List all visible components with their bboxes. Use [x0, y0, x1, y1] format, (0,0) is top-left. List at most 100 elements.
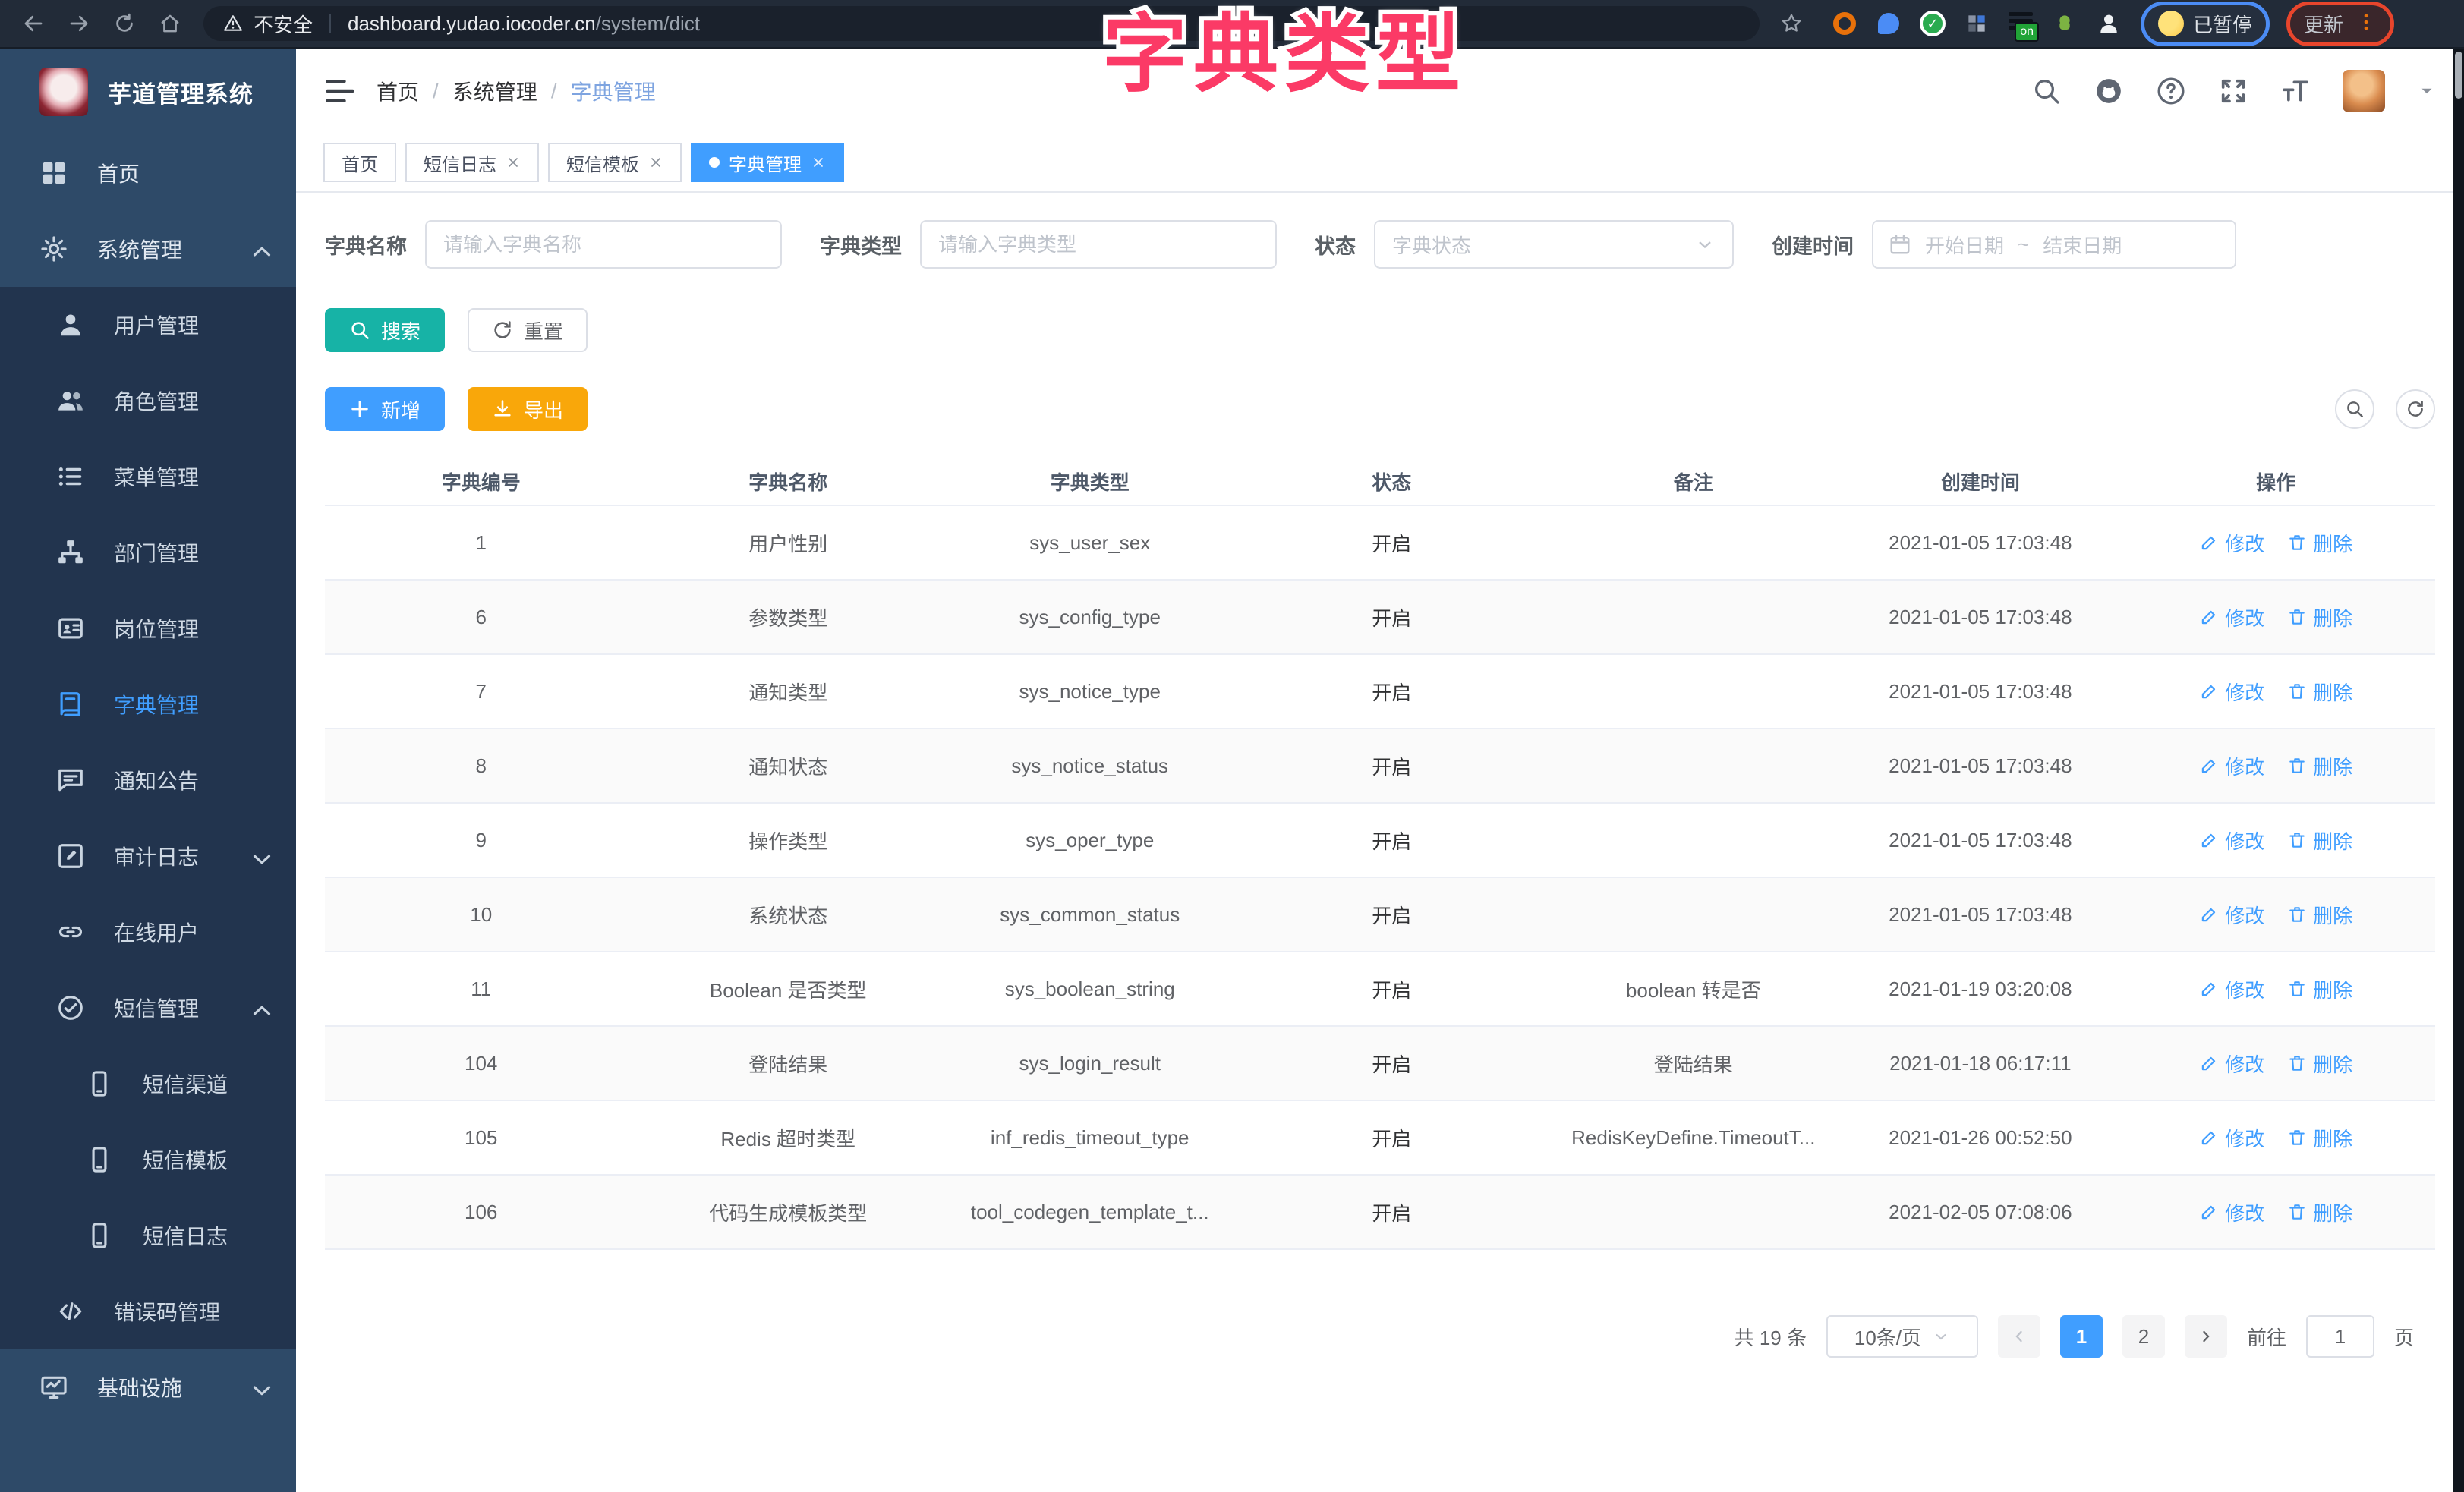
profile-paused-chip[interactable]: 已暂停	[2141, 2, 2270, 46]
breadcrumb-item[interactable]: 系统管理	[452, 76, 537, 106]
status-select[interactable]: 字典状态	[1374, 220, 1734, 269]
green-check-extension-icon[interactable]: ✓	[1919, 10, 1946, 37]
edit-row-button[interactable]: 修改	[2199, 678, 2264, 706]
sidebar-item-首页[interactable]: 首页	[0, 135, 296, 211]
cell-type-link[interactable]: sys_user_sex	[939, 505, 1241, 580]
sidebar-item-错误码管理[interactable]: 错误码管理	[0, 1273, 296, 1349]
close-icon[interactable]	[506, 155, 521, 170]
hamburger-icon[interactable]	[323, 74, 357, 108]
user-avatar[interactable]	[2343, 70, 2385, 112]
back-arrow-icon[interactable]	[14, 4, 53, 43]
tab-字典管理[interactable]: 字典管理	[691, 143, 844, 182]
blue-bulb-extension-icon[interactable]	[1875, 10, 1902, 37]
scrollbar-thumb[interactable]	[2455, 52, 2462, 99]
profile-extension-icon[interactable]	[2095, 10, 2122, 37]
sidebar-item-在线用户[interactable]: 在线用户	[0, 894, 296, 970]
next-page-button[interactable]	[2185, 1315, 2227, 1358]
forward-arrow-icon[interactable]	[59, 4, 99, 43]
help-icon[interactable]	[2156, 76, 2186, 106]
refresh-table-button[interactable]	[2396, 389, 2435, 429]
tab-首页[interactable]: 首页	[323, 143, 396, 182]
tab-短信日志[interactable]: 短信日志	[405, 143, 539, 182]
dict-name-input[interactable]	[425, 220, 782, 269]
github-icon[interactable]	[2094, 76, 2124, 106]
sidebar-item-岗位管理[interactable]: 岗位管理	[0, 590, 296, 666]
cell-type-link[interactable]: sys_common_status	[939, 877, 1241, 952]
edit-row-button[interactable]: 修改	[2199, 975, 2264, 1003]
date-range-picker[interactable]: 开始日期 ~ 结束日期	[1872, 220, 2236, 269]
search-button[interactable]: 搜索	[325, 308, 445, 352]
sidebar-item-审计日志[interactable]: 审计日志	[0, 818, 296, 894]
sidebar-item-短信模板[interactable]: 短信模板	[0, 1122, 296, 1198]
orange-ring-extension-icon[interactable]	[1831, 10, 1858, 37]
reload-icon[interactable]	[105, 4, 144, 43]
sidebar-item-短信管理[interactable]: 短信管理	[0, 970, 296, 1046]
chevron-down-icon[interactable]	[2417, 81, 2437, 101]
cell-type-link[interactable]: sys_notice_status	[939, 729, 1241, 803]
font-size-icon[interactable]	[2280, 76, 2311, 106]
add-button[interactable]: 新增	[325, 387, 445, 431]
app-logo-row[interactable]: 芋道管理系统	[0, 49, 296, 135]
address-bar[interactable]: 不安全 dashboard.yudao.iocoder.cn/system/di…	[203, 6, 1760, 41]
fullscreen-icon[interactable]	[2218, 76, 2248, 106]
page-button-1[interactable]: 1	[2060, 1315, 2103, 1358]
cell-type-link[interactable]: sys_login_result	[939, 1026, 1241, 1100]
edit-row-button[interactable]: 修改	[2199, 826, 2264, 855]
delete-row-button[interactable]: 删除	[2287, 678, 2352, 706]
delete-row-button[interactable]: 删除	[2287, 1050, 2352, 1078]
update-button[interactable]: 更新	[2286, 2, 2394, 46]
cell-type-link[interactable]: sys_boolean_string	[939, 952, 1241, 1026]
delete-row-button[interactable]: 删除	[2287, 752, 2352, 780]
delete-row-button[interactable]: 删除	[2287, 1198, 2352, 1226]
toggle-search-button[interactable]	[2335, 389, 2374, 429]
page-size-select[interactable]: 10条/页	[1826, 1315, 1978, 1358]
cell-type-link[interactable]: sys_notice_type	[939, 654, 1241, 729]
home-icon[interactable]	[150, 4, 190, 43]
kebab-menu-icon[interactable]	[2355, 11, 2377, 36]
page-scrollbar[interactable]	[2453, 49, 2464, 1492]
close-icon[interactable]	[648, 155, 663, 170]
reset-button[interactable]: 重置	[468, 308, 588, 352]
sidebar-item-部门管理[interactable]: 部门管理	[0, 515, 296, 590]
bars-on-extension-icon[interactable]: on	[2007, 10, 2034, 37]
sidebar-item-菜单管理[interactable]: 菜单管理	[0, 439, 296, 515]
close-icon[interactable]	[811, 155, 826, 170]
dict-type-input[interactable]	[920, 220, 1277, 269]
edit-row-button[interactable]: 修改	[2199, 1050, 2264, 1078]
cell-type-link[interactable]: sys_oper_type	[939, 803, 1241, 877]
delete-row-button[interactable]: 删除	[2287, 1124, 2352, 1152]
sidebar-item-字典管理[interactable]: 字典管理	[0, 666, 296, 742]
edit-row-button[interactable]: 修改	[2199, 1124, 2264, 1152]
edit-row-button[interactable]: 修改	[2199, 603, 2264, 631]
android-extension-icon[interactable]	[2051, 10, 2078, 37]
page-button-2[interactable]: 2	[2122, 1315, 2165, 1358]
export-button[interactable]: 导出	[468, 387, 588, 431]
delete-row-button[interactable]: 删除	[2287, 901, 2352, 929]
cell-type-link[interactable]: tool_codegen_template_t...	[939, 1175, 1241, 1249]
sidebar-item-通知公告[interactable]: 通知公告	[0, 742, 296, 818]
delete-row-button[interactable]: 删除	[2287, 975, 2352, 1003]
delete-row-button[interactable]: 删除	[2287, 529, 2352, 557]
breadcrumb-item[interactable]: 字典管理	[571, 76, 656, 106]
bookmark-star-icon[interactable]	[1772, 4, 1811, 43]
cell-type-link[interactable]: sys_config_type	[939, 580, 1241, 654]
goto-page-input[interactable]	[2306, 1315, 2374, 1358]
sidebar-item-短信日志[interactable]: 短信日志	[0, 1198, 296, 1273]
search-icon[interactable]	[2031, 76, 2062, 106]
edit-row-button[interactable]: 修改	[2199, 529, 2264, 557]
sidebar-item-角色管理[interactable]: 角色管理	[0, 363, 296, 439]
sidebar-item-短信渠道[interactable]: 短信渠道	[0, 1046, 296, 1122]
prev-page-button[interactable]	[1998, 1315, 2040, 1358]
grid-extension-icon[interactable]	[1963, 10, 1990, 37]
delete-row-button[interactable]: 删除	[2287, 603, 2352, 631]
delete-row-button[interactable]: 删除	[2287, 826, 2352, 855]
sidebar-item-系统管理[interactable]: 系统管理	[0, 211, 296, 287]
sidebar-item-基础设施[interactable]: 基础设施	[0, 1349, 296, 1425]
cell-type-link[interactable]: inf_redis_timeout_type	[939, 1100, 1241, 1175]
tab-短信模板[interactable]: 短信模板	[548, 143, 682, 182]
breadcrumb-item[interactable]: 首页	[377, 76, 419, 106]
edit-row-button[interactable]: 修改	[2199, 1198, 2264, 1226]
sidebar-item-用户管理[interactable]: 用户管理	[0, 287, 296, 363]
edit-row-button[interactable]: 修改	[2199, 901, 2264, 929]
edit-row-button[interactable]: 修改	[2199, 752, 2264, 780]
